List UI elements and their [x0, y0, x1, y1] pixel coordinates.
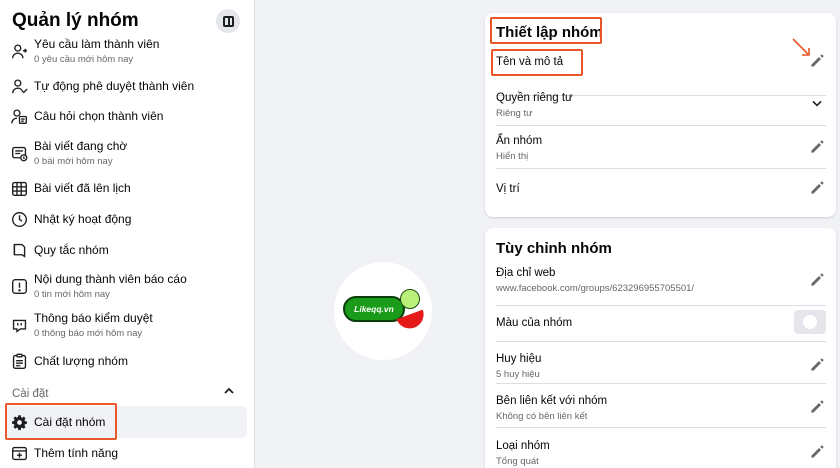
member-request-icon [10, 42, 28, 60]
sidebar-item-subtext: 0 tin mới hôm nay [34, 289, 110, 300]
setting-label: Quyền riêng tư [496, 92, 573, 104]
reported-content-icon [10, 277, 28, 295]
setting-row-privacy[interactable]: Quyền riêng tư Riêng tư [496, 83, 826, 126]
sidebar-title: Quản lý nhóm [12, 10, 139, 31]
sidebar-item-label: Nội dung thành viên báo cáo [34, 272, 187, 286]
activity-log-icon [10, 210, 28, 228]
settings-section-label: Cài đặt [12, 388, 49, 400]
sidebar-item-add-features[interactable]: Thêm tính năng [6, 437, 247, 468]
pencil-icon[interactable] [808, 179, 826, 197]
sidebar-item-member-requests[interactable]: Yêu cầu làm thành viên 0 yêu cầu mới hôm… [6, 34, 247, 68]
panel-toggle-icon [222, 15, 234, 27]
group-management-sidebar: Quản lý nhóm Yêu cầu làm thành viên 0 yê… [0, 0, 255, 468]
sidebar-item-pending-posts[interactable]: Bài viết đang chờ 0 bài mới hôm nay [6, 135, 247, 171]
group-color-toggle[interactable] [794, 310, 826, 334]
setting-label: Loại nhóm [496, 440, 550, 452]
sidebar-item-label: Câu hỏi chọn thành viên [34, 109, 164, 123]
sidebar-item-group-rules[interactable]: Quy tắc nhóm [6, 234, 247, 266]
add-features-icon [10, 444, 28, 462]
setting-label: Màu của nhóm [496, 317, 573, 329]
group-quality-icon [10, 352, 28, 370]
pencil-icon[interactable] [808, 138, 826, 156]
smiley-icon [400, 289, 420, 309]
pencil-icon[interactable] [808, 443, 826, 461]
logo-text: Likeqq.vn [354, 304, 394, 314]
setting-label: Ẩn nhóm [496, 135, 543, 147]
pencil-icon[interactable] [808, 271, 826, 289]
chevron-up-icon [224, 387, 234, 394]
chevron-down-icon[interactable] [808, 94, 826, 112]
setting-value: Không có bên liên kết [496, 411, 588, 422]
sidebar-item-label: Nhật ký hoạt động [34, 212, 132, 226]
setting-label: Bên liên kết với nhóm [496, 395, 608, 407]
sidebar-item-label: Bài viết đang chờ [34, 139, 128, 153]
setting-row-location[interactable]: Vị trí [496, 169, 826, 209]
setting-row-group-color[interactable]: Màu của nhóm [496, 306, 826, 342]
highlight-box-group-settings [5, 403, 117, 440]
setting-row-group-type[interactable]: Loại nhóm Tổng quát [496, 428, 826, 468]
arrow-annotation-icon [792, 38, 810, 56]
pencil-icon[interactable] [808, 356, 826, 374]
moderation-alerts-icon [10, 316, 28, 334]
sidebar-item-moderation-alerts[interactable]: Thông báo kiểm duyệt 0 thông báo mới hôm… [6, 307, 247, 343]
setting-row-hide-group[interactable]: Ẩn nhóm Hiển thị [496, 126, 826, 169]
sidebar-item-subtext: 0 yêu cầu mới hôm nay [34, 54, 134, 65]
scheduled-posts-icon [10, 179, 28, 197]
sidebar-item-label: Thêm tính năng [34, 446, 119, 460]
setting-label: Huy hiệu [496, 353, 542, 365]
sidebar-item-label: Yêu cầu làm thành viên [34, 37, 160, 51]
highlight-box-setup-title [490, 17, 602, 44]
setting-value: www.facebook.com/groups/623296955705501/ [496, 283, 695, 294]
sidebar-item-label: Tự động phê duyệt thành viên [34, 79, 195, 93]
sidebar-item-label: Quy tắc nhóm [34, 243, 109, 257]
sidebar-item-subtext: 0 bài mới hôm nay [34, 156, 113, 167]
setting-value: 5 huy hiệu [496, 369, 540, 380]
customize-group-card: Tùy chỉnh nhóm Địa chỉ web www.facebook.… [485, 228, 836, 468]
collapse-sidebar-button[interactable] [216, 9, 240, 33]
setting-value: Riêng tư [496, 108, 533, 119]
pending-posts-icon [10, 144, 28, 162]
sidebar-item-subtext: 0 thông báo mới hôm nay [34, 328, 143, 339]
highlight-box-name-description [491, 49, 583, 76]
setting-label: Địa chỉ web [496, 267, 556, 279]
group-rules-icon [10, 241, 28, 259]
sidebar-header: Quản lý nhóm [12, 9, 242, 34]
sidebar-item-auto-approve[interactable]: Tự động phê duyệt thành viên [6, 70, 247, 102]
group-logo: Likeqq.vn [334, 262, 432, 360]
sidebar-item-scheduled-posts[interactable]: Bài viết đã lên lịch [6, 172, 247, 204]
member-questions-icon [10, 107, 28, 125]
sidebar-item-label: Chất lượng nhóm [34, 354, 128, 368]
pencil-icon[interactable] [808, 398, 826, 416]
sidebar-item-label: Bài viết đã lên lịch [34, 181, 131, 195]
sidebar-item-member-questions[interactable]: Câu hỏi chọn thành viên [6, 100, 247, 132]
auto-approve-icon [10, 77, 28, 95]
logo-badge: Likeqq.vn [343, 296, 405, 322]
setting-value: Tổng quát [496, 456, 539, 467]
setting-value: Hiển thị [496, 151, 529, 162]
settings-section-header[interactable]: Cài đặt [12, 384, 240, 400]
sidebar-item-activity-log[interactable]: Nhật ký hoạt động [6, 203, 247, 235]
sidebar-item-reported-content[interactable]: Nội dung thành viên báo cáo 0 tin mới hô… [6, 268, 247, 304]
setting-row-linked-entities[interactable]: Bên liên kết với nhóm Không có bên liên … [496, 384, 826, 428]
setting-row-badges[interactable]: Huy hiệu 5 huy hiệu [496, 342, 826, 384]
sidebar-item-group-quality[interactable]: Chất lượng nhóm [6, 345, 247, 377]
customize-group-title: Tùy chỉnh nhóm [496, 240, 612, 257]
setting-label: Vị trí [496, 183, 520, 195]
setting-row-web-address[interactable]: Địa chỉ web www.facebook.com/groups/6232… [496, 262, 826, 306]
sidebar-item-label: Thông báo kiểm duyệt [34, 311, 153, 325]
